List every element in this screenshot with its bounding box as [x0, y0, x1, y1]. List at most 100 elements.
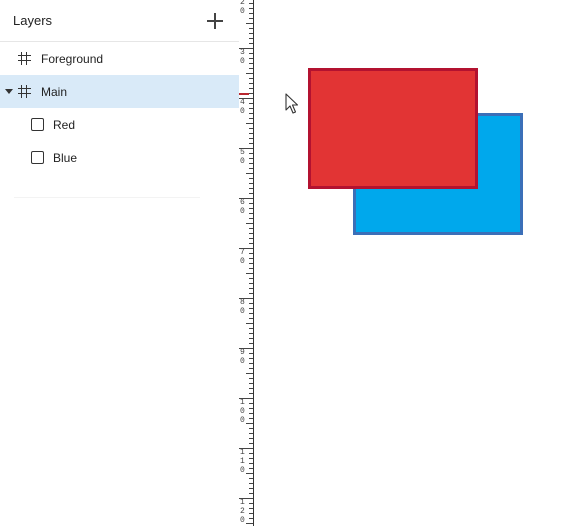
- ruler-tick: [249, 33, 253, 34]
- ruler-tick: [249, 208, 253, 209]
- ruler-tick: [249, 3, 253, 4]
- design-canvas[interactable]: [254, 0, 566, 526]
- ruler-tick: [246, 223, 253, 224]
- ruler-tick: [249, 328, 253, 329]
- ruler-tick: [249, 133, 253, 134]
- red-rectangle[interactable]: [308, 68, 478, 189]
- ruler-tick: [249, 113, 253, 114]
- ruler-label: 8: [240, 298, 245, 307]
- ruler-tick: [246, 23, 253, 24]
- vertical-ruler[interactable]: 2030405060708090100110120: [239, 0, 254, 526]
- ruler-tick: [249, 383, 253, 384]
- ruler-tick: [249, 188, 253, 189]
- ruler-label: 0: [240, 57, 245, 66]
- ruler-tick: [249, 333, 253, 334]
- ruler-tick: [249, 503, 253, 504]
- ruler-label: 5: [240, 148, 245, 157]
- ruler-tick: [249, 408, 253, 409]
- ruler-tick: [249, 213, 253, 214]
- ruler-tick: [249, 388, 253, 389]
- ruler-tick: [249, 58, 253, 59]
- ruler-tick: [246, 73, 253, 74]
- layer-label: Red: [53, 118, 76, 132]
- ruler-tick: [249, 393, 253, 394]
- layer-label: Blue: [53, 151, 78, 165]
- ruler-tick: [249, 418, 253, 419]
- ruler-tick: [249, 513, 253, 514]
- ruler-label: 3: [240, 48, 245, 57]
- ruler-label: 0: [240, 416, 245, 425]
- ruler-tick: [246, 373, 253, 374]
- ruler-position-marker: [239, 93, 249, 95]
- frame-icon: [18, 85, 31, 98]
- ruler-label: 1: [240, 398, 245, 407]
- ruler-label: 0: [240, 407, 245, 416]
- ruler-tick: [249, 233, 253, 234]
- ruler-label: 1: [240, 457, 245, 466]
- ruler-tick: [249, 413, 253, 414]
- add-layer-button[interactable]: [205, 11, 225, 31]
- ruler-tick: [249, 363, 253, 364]
- ruler-tick: [249, 183, 253, 184]
- ruler-tick: [249, 368, 253, 369]
- layer-item-main[interactable]: Main: [0, 75, 239, 108]
- ruler-tick: [249, 488, 253, 489]
- ruler-tick: [249, 518, 253, 519]
- ruler-label: 6: [240, 198, 245, 207]
- ruler-tick: [249, 493, 253, 494]
- ruler-tick: [249, 128, 253, 129]
- ruler-tick: [249, 468, 253, 469]
- ruler-tick: [249, 153, 253, 154]
- ruler-tick: [249, 238, 253, 239]
- ruler-tick: [249, 403, 253, 404]
- ruler-label: 1: [240, 498, 245, 507]
- ruler-tick: [249, 203, 253, 204]
- ruler-tick: [249, 453, 253, 454]
- ruler-tick: [249, 193, 253, 194]
- expand-caret-icon[interactable]: [5, 89, 13, 94]
- ruler-tick: [249, 168, 253, 169]
- ruler-tick: [249, 428, 253, 429]
- ruler-tick: [249, 178, 253, 179]
- layers-panel: Layers Foreground Main Red Blue: [0, 0, 240, 526]
- ruler-tick: [249, 508, 253, 509]
- ruler-tick: [249, 93, 253, 94]
- ruler-tick: [249, 483, 253, 484]
- ruler-label: 9: [240, 348, 245, 357]
- ruler-tick: [246, 273, 253, 274]
- ruler-tick: [249, 228, 253, 229]
- layer-item-blue[interactable]: Blue: [0, 141, 239, 174]
- rectangle-icon: [31, 118, 44, 131]
- ruler-tick: [249, 78, 253, 79]
- layer-item-red[interactable]: Red: [0, 108, 239, 141]
- ruler-tick: [249, 118, 253, 119]
- ruler-tick: [246, 173, 253, 174]
- ruler-label: 0: [240, 107, 245, 116]
- ruler-tick: [249, 463, 253, 464]
- ruler-tick: [249, 258, 253, 259]
- ruler-tick: [249, 68, 253, 69]
- ruler-label: 1: [240, 448, 245, 457]
- ruler-tick: [249, 143, 253, 144]
- ruler-tick: [246, 323, 253, 324]
- ruler-tick: [249, 443, 253, 444]
- ruler-tick: [249, 268, 253, 269]
- layers-panel-header: Layers: [0, 0, 239, 42]
- ruler-tick: [249, 8, 253, 9]
- ruler-tick: [249, 158, 253, 159]
- layer-item-foreground[interactable]: Foreground: [0, 42, 239, 75]
- ruler-tick: [249, 243, 253, 244]
- ruler-tick: [249, 63, 253, 64]
- ruler-label: 0: [240, 307, 245, 316]
- ruler-tick: [249, 283, 253, 284]
- ruler-tick: [249, 433, 253, 434]
- ruler-tick: [249, 163, 253, 164]
- ruler-label: 0: [240, 157, 245, 166]
- ruler-tick: [249, 53, 253, 54]
- ruler-label: 0: [240, 7, 245, 16]
- ruler-tick: [249, 43, 253, 44]
- ruler-tick: [249, 18, 253, 19]
- ruler-label: 0: [240, 357, 245, 366]
- ruler-label: 4: [240, 98, 245, 107]
- ruler-tick: [249, 458, 253, 459]
